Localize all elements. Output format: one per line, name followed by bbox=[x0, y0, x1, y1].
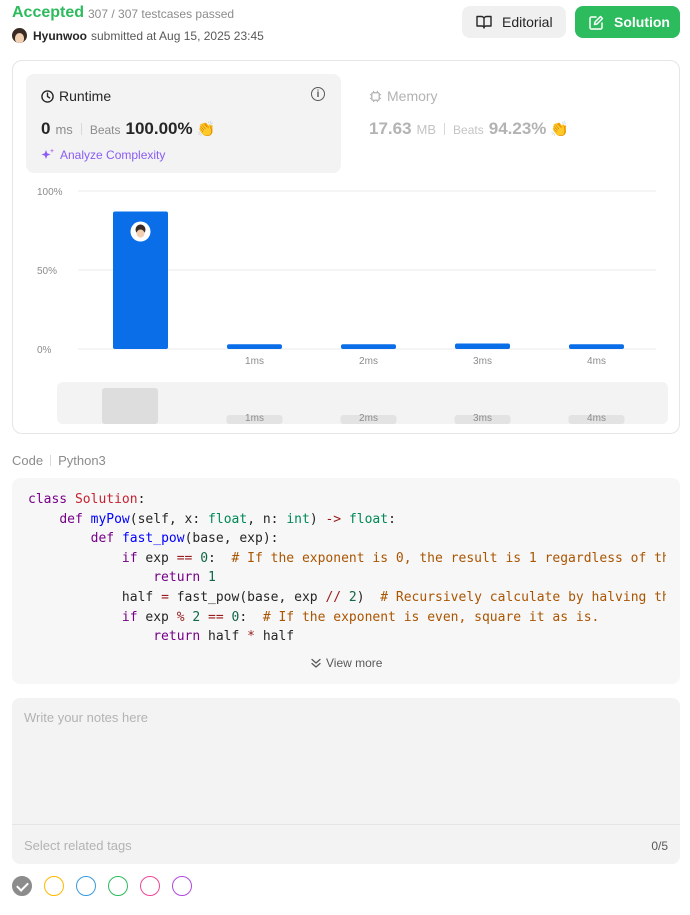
memory-value: 17.63 bbox=[369, 119, 412, 138]
runtime-metric: 0 ms Beats 100.00% 👏 bbox=[41, 119, 215, 139]
memory-unit: MB bbox=[416, 122, 437, 137]
editorial-label: Editorial bbox=[502, 14, 553, 30]
x-tick-label: 1ms bbox=[245, 356, 264, 367]
runtime-beats-label: Beats bbox=[89, 123, 121, 137]
overview-label: 2ms bbox=[359, 413, 378, 424]
view-more-label: View more bbox=[326, 656, 383, 670]
clock-icon bbox=[41, 89, 54, 103]
solution-button[interactable]: Solution bbox=[575, 6, 680, 38]
analyze-complexity-button[interactable]: Analyze Complexity bbox=[41, 148, 165, 162]
submission-info: Hyunwoo submitted at Aug 15, 2025 23:45 bbox=[12, 28, 264, 43]
color-swatch[interactable] bbox=[76, 876, 96, 896]
chart-bar-2ms[interactable] bbox=[341, 344, 396, 349]
color-swatch[interactable] bbox=[44, 876, 64, 896]
chevrons-down-icon bbox=[311, 658, 321, 668]
overview-selection[interactable] bbox=[102, 388, 158, 424]
code-header: Code Python3 bbox=[12, 453, 106, 468]
runtime-distribution-chart[interactable]: 100% 50% 0% 1ms 2ms 3ms 4ms 1ms 2ms 3ms 4ms bbox=[13, 181, 681, 431]
solution-label: Solution bbox=[614, 14, 670, 30]
runtime-title-text: Runtime bbox=[59, 88, 112, 104]
y-tick-label: 0% bbox=[37, 345, 52, 356]
divider bbox=[80, 123, 82, 135]
sparkle-icon bbox=[41, 148, 55, 159]
overview-label: 4ms bbox=[587, 413, 606, 424]
color-swatch[interactable] bbox=[108, 876, 128, 896]
tags-count: 0/5 bbox=[651, 839, 668, 853]
runtime-title: Runtime bbox=[41, 88, 111, 104]
testcases-passed: 307 / 307 testcases passed bbox=[88, 7, 235, 21]
divider bbox=[444, 123, 446, 135]
edit-icon bbox=[589, 15, 604, 30]
analyze-label: Analyze Complexity bbox=[60, 148, 166, 162]
code-block[interactable]: class Solution: def myPow(self, x: float… bbox=[12, 478, 680, 684]
submission-header: Accepted 307 / 307 testcases passed Hyun… bbox=[12, 4, 680, 48]
color-picker bbox=[12, 876, 204, 896]
runtime-beats-value: 100.00% bbox=[125, 119, 193, 138]
submitted-time: submitted at Aug 15, 2025 23:45 bbox=[91, 28, 264, 43]
code-label: Code bbox=[12, 453, 44, 468]
clap-icon: 👏 bbox=[550, 121, 570, 138]
code-text: class Solution: def myPow(self, x: float… bbox=[28, 492, 666, 645]
notes-input[interactable]: Write your notes here bbox=[24, 710, 148, 725]
overview-label: 3ms bbox=[473, 413, 492, 424]
performance-card: Runtime i 0 ms Beats 100.00% 👏 Analyze C… bbox=[12, 60, 680, 434]
clap-icon: 👏 bbox=[196, 121, 216, 138]
memory-panel[interactable]: Memory 17.63 MB Beats 94.23% 👏 bbox=[356, 74, 656, 173]
language-label: Python3 bbox=[58, 453, 106, 468]
runtime-value: 0 bbox=[41, 119, 51, 138]
x-tick-label: 4ms bbox=[587, 356, 606, 367]
avatar[interactable] bbox=[12, 28, 27, 43]
color-swatch[interactable] bbox=[172, 876, 192, 896]
color-swatch[interactable] bbox=[140, 876, 160, 896]
memory-title: Memory bbox=[369, 88, 438, 104]
runtime-panel[interactable]: Runtime i 0 ms Beats 100.00% 👏 Analyze C… bbox=[26, 74, 341, 173]
notes-panel: Write your notes here Select related tag… bbox=[12, 698, 680, 864]
y-tick-label: 100% bbox=[37, 187, 63, 198]
divider bbox=[12, 824, 680, 825]
memory-title-text: Memory bbox=[387, 88, 438, 104]
runtime-unit: ms bbox=[55, 122, 73, 137]
y-tick-label: 50% bbox=[37, 266, 57, 277]
view-more-button[interactable]: View more bbox=[310, 656, 382, 670]
overview-label: 1ms bbox=[245, 413, 264, 424]
chart-bar-4ms[interactable] bbox=[569, 344, 624, 349]
editorial-button[interactable]: Editorial bbox=[462, 6, 566, 38]
color-swatch-selected[interactable] bbox=[12, 876, 32, 896]
x-tick-label: 2ms bbox=[359, 356, 378, 367]
status-label: Accepted bbox=[12, 4, 85, 21]
memory-metric: 17.63 MB Beats 94.23% 👏 bbox=[369, 119, 569, 139]
memory-beats-value: 94.23% bbox=[488, 119, 547, 138]
chip-icon bbox=[369, 90, 382, 102]
avatar-face bbox=[136, 229, 145, 238]
chart-bar-3ms[interactable] bbox=[455, 343, 510, 349]
divider bbox=[50, 455, 52, 466]
memory-beats-label: Beats bbox=[453, 123, 484, 137]
username-link[interactable]: Hyunwoo bbox=[33, 29, 87, 43]
info-icon[interactable]: i bbox=[311, 87, 325, 101]
x-tick-label: 3ms bbox=[473, 356, 492, 367]
chart-bar-1ms[interactable] bbox=[227, 344, 282, 349]
tags-select[interactable]: Select related tags bbox=[24, 838, 132, 853]
book-icon bbox=[476, 15, 492, 29]
chart-svg: 100% 50% 0% 1ms 2ms 3ms 4ms 1ms 2ms 3ms 4ms bbox=[37, 187, 668, 424]
